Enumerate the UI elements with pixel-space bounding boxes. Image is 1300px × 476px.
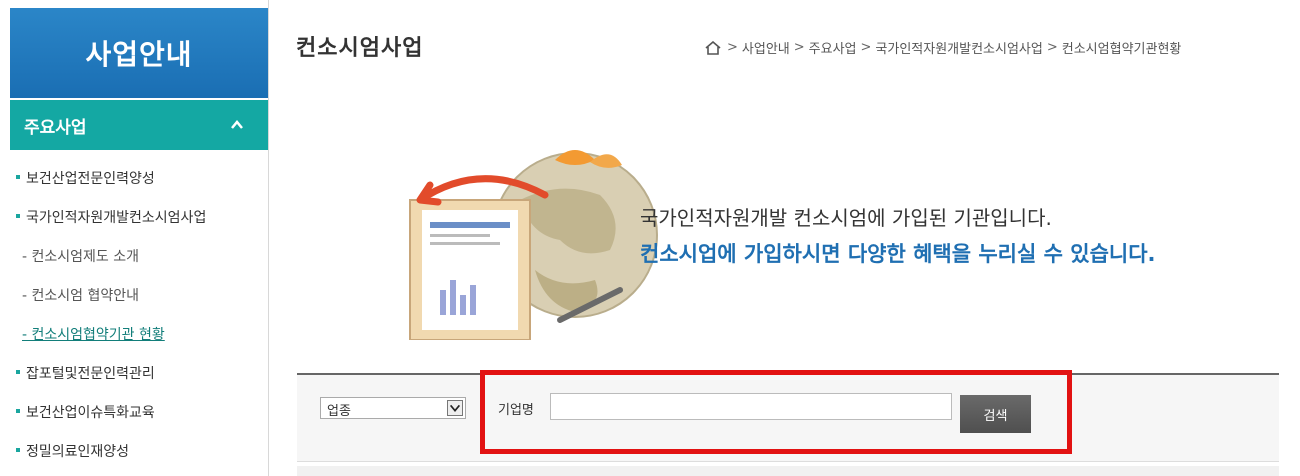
- bullet-icon: [16, 409, 20, 413]
- category-select[interactable]: 업종: [320, 397, 466, 419]
- bullet-icon: [16, 370, 20, 374]
- sidebar-item-label: - 컨소시엄협약기관 현황: [22, 327, 165, 343]
- sidebar-subitem-members-current[interactable]: - 컨소시엄협약기관 현황: [16, 316, 264, 355]
- chevron-down-icon[interactable]: [447, 400, 463, 416]
- breadcrumb-item[interactable]: 사업안내: [742, 38, 790, 57]
- sidebar-subitem-intro[interactable]: - 컨소시엄제도 소개: [16, 238, 264, 277]
- breadcrumb-separator: >: [727, 40, 738, 55]
- sidebar-section-header[interactable]: 주요사업: [10, 100, 268, 150]
- sidebar-menu: 보건산업전문인력양성 국가인적자원개발컨소시엄사업 - 컨소시엄제도 소개 - …: [16, 160, 264, 472]
- highlight-box: [480, 370, 1072, 454]
- breadcrumb-separator: >: [1046, 40, 1058, 55]
- sidebar-title: 사업안내: [10, 8, 268, 98]
- sidebar-item-label: 보건산업전문인력양성: [26, 171, 155, 187]
- breadcrumb-separator: >: [793, 40, 805, 55]
- sidebar-item-label: 보건산업이슈특화교육: [26, 405, 155, 421]
- bullet-icon: [16, 448, 20, 452]
- sidebar-item-precision-medicine[interactable]: 정밀의료인재양성: [16, 433, 264, 472]
- sidebar-item-label: 국가인적자원개발컨소시엄사업: [26, 210, 207, 226]
- hero-text-highlight: 컨소시업에 가입하시면 다양한 혜택을 누리실 수 있습니다.: [640, 242, 1156, 266]
- sidebar-item-health-training[interactable]: 보건산업전문인력양성: [16, 160, 264, 199]
- sidebar-item-job-portal[interactable]: 잡포털및전문인력관리: [16, 355, 264, 394]
- results-header: [297, 466, 1279, 476]
- sidebar-item-label: - 컨소시엄 협약안내: [22, 288, 139, 304]
- category-select-value: 업종: [327, 404, 351, 419]
- sidebar-item-issue-education[interactable]: 보건산업이슈특화교육: [16, 394, 264, 433]
- hero-text-primary: 국가인적자원개발 컨소시엄에 가입된 기관입니다.: [640, 206, 1052, 230]
- page-title: 컨소시엄사업: [296, 36, 424, 61]
- home-icon[interactable]: [705, 40, 721, 55]
- chevron-up-icon[interactable]: [230, 118, 244, 132]
- breadcrumb-item[interactable]: 주요사업: [809, 38, 857, 57]
- breadcrumb-separator: >: [860, 40, 872, 55]
- sidebar-subitem-agreement[interactable]: - 컨소시엄 협약안내: [16, 277, 264, 316]
- sidebar-item-label: - 컨소시엄제도 소개: [22, 249, 139, 265]
- sidebar-item-label: 정밀의료인재양성: [26, 444, 130, 460]
- breadcrumb-item[interactable]: 컨소시엄협약기관현황: [1062, 38, 1182, 57]
- breadcrumb-item[interactable]: 국가인적자원개발컨소시엄사업: [875, 38, 1042, 57]
- bullet-icon: [16, 175, 20, 179]
- sidebar-section-label: 주요사업: [24, 117, 87, 138]
- sidebar-item-label: 잡포털및전문인력관리: [26, 366, 155, 382]
- breadcrumb: > 사업안내 > 주요사업 > 국가인적자원개발컨소시엄사업 > 컨소시엄협약기…: [705, 38, 1181, 57]
- sidebar-item-consortium[interactable]: 국가인적자원개발컨소시엄사업: [16, 199, 264, 238]
- sidebar: 사업안내 주요사업 보건산업전문인력양성 국가인적자원개발컨소시엄사업 - 컨소…: [0, 0, 269, 476]
- bullet-icon: [16, 214, 20, 218]
